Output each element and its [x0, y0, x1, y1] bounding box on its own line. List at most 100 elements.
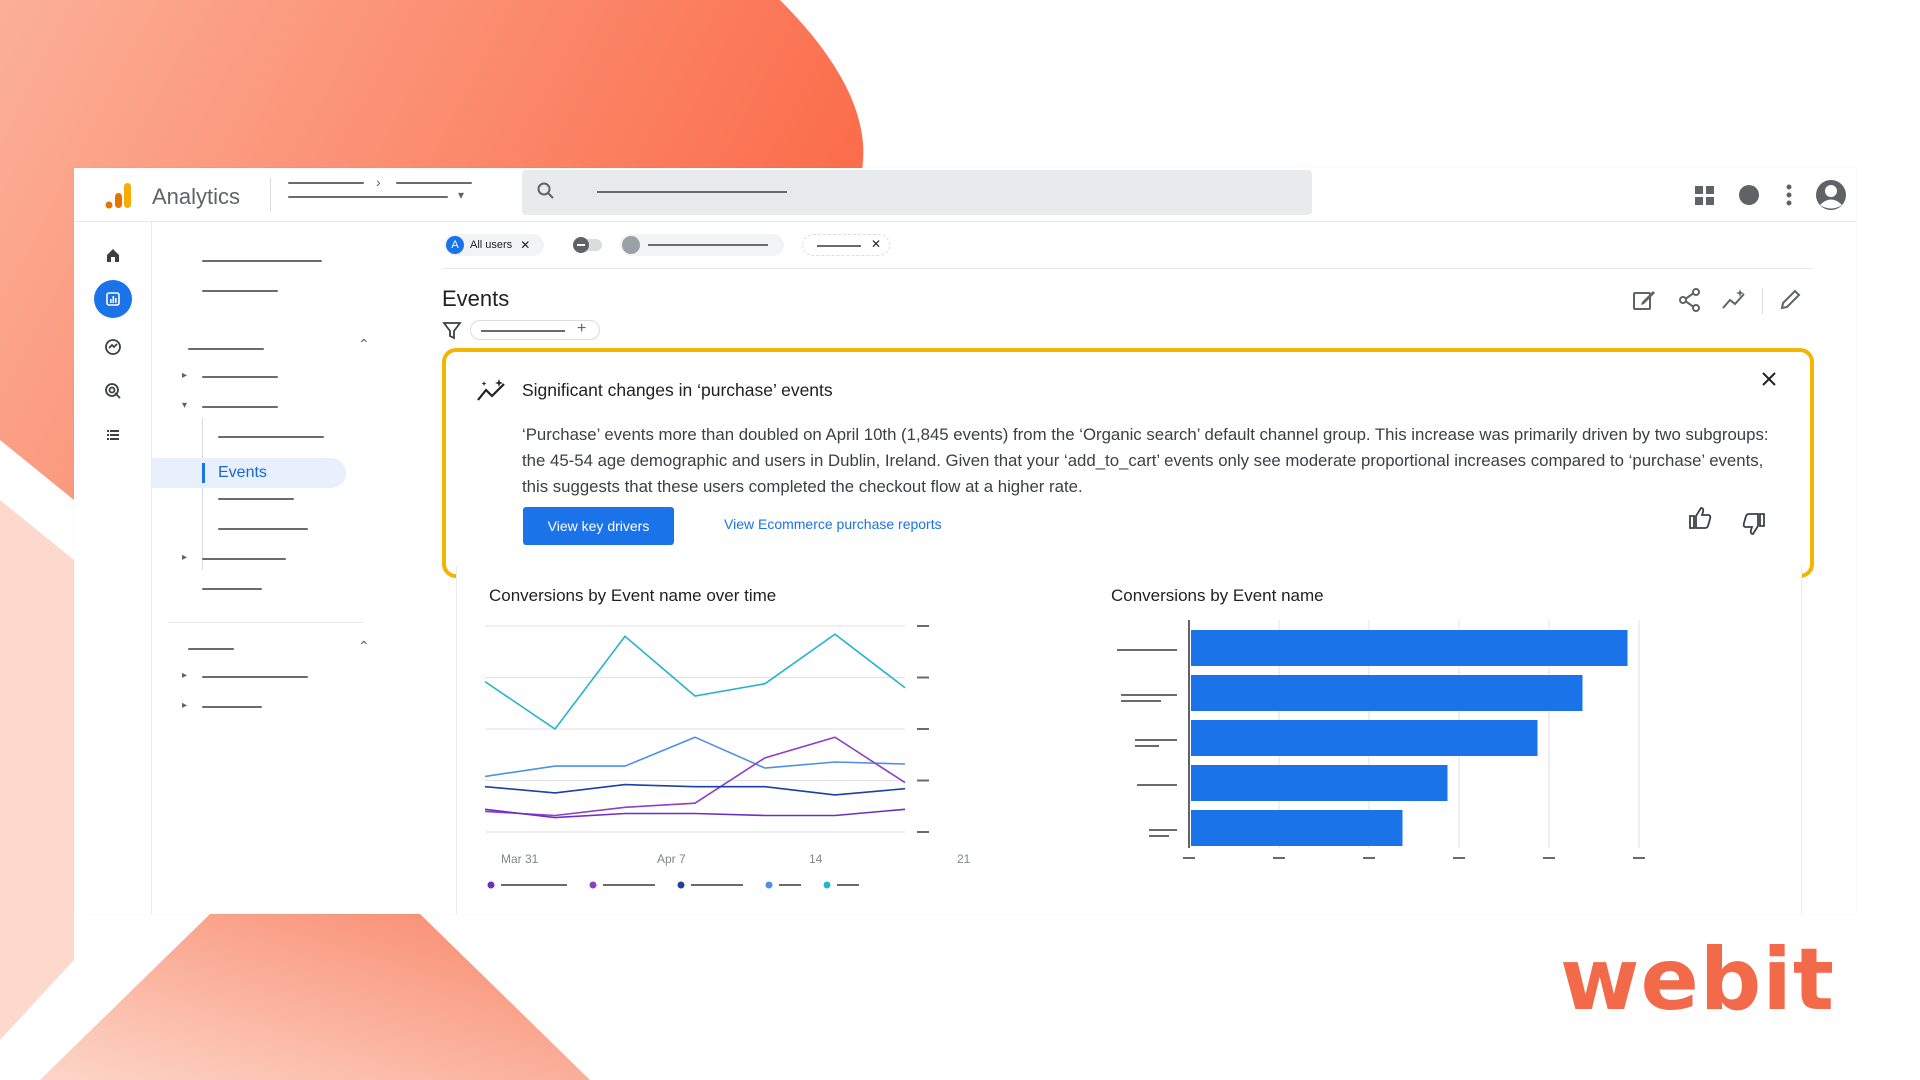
collapse-icon[interactable]: ⌃ [358, 638, 370, 655]
webit-logo: webit [1560, 930, 1835, 1030]
bar [1191, 765, 1448, 801]
series-line-3 [484, 783, 906, 796]
thumbs-up-icon[interactable] [1686, 504, 1714, 532]
filter-icon[interactable] [442, 320, 462, 340]
line-chart-title: Conversions by Event name over time [489, 586, 777, 605]
advertising-button[interactable] [96, 374, 130, 408]
bar-chart-title: Conversions by Event name [1111, 586, 1324, 605]
series-line-2 [484, 736, 906, 817]
view-key-drivers-button[interactable]: View key drivers [523, 507, 674, 545]
nav-section-header[interactable] [188, 648, 234, 650]
legend-marker [487, 881, 495, 889]
expand-triangle-icon[interactable]: ▸ [182, 552, 187, 563]
close-icon[interactable] [1756, 366, 1782, 392]
page-title: Events [442, 286, 510, 311]
configure-button[interactable] [96, 418, 130, 452]
filter-label [481, 330, 565, 332]
reports-icon [106, 292, 120, 306]
expand-triangle-icon[interactable]: ▸ [182, 700, 187, 711]
analytics-window: Analytics › ▾ ⌃ ▸ ▾ Events ▸ ⌃ ▸ ▸ A All… [74, 168, 1856, 914]
apps-grid-icon[interactable] [1690, 180, 1720, 210]
legend-marker [765, 881, 773, 889]
comparison-chip-2[interactable] [620, 234, 784, 256]
top-bar: Analytics › ▾ [74, 168, 1856, 222]
add-comparison-chip[interactable]: ✕ [802, 234, 890, 256]
x-tick-label: Apr 7 [657, 852, 686, 866]
comparison-chip[interactable]: A All users ✕ [444, 234, 544, 256]
nav-item[interactable] [202, 406, 278, 408]
comparison-label: All users [470, 239, 513, 251]
nav-item[interactable] [202, 558, 286, 560]
reports-button[interactable] [94, 280, 132, 318]
home-icon [107, 249, 119, 262]
nav-item[interactable] [202, 260, 322, 262]
nav-subitem[interactable] [218, 528, 308, 530]
insights-icon[interactable] [1720, 286, 1748, 314]
series-line-4 [484, 808, 906, 819]
chip-label [648, 244, 768, 246]
remove-chip-icon[interactable]: ✕ [520, 238, 530, 252]
search-bar[interactable] [522, 170, 1312, 215]
breadcrumb-account[interactable] [288, 182, 364, 184]
expand-triangle-icon[interactable]: ▸ [182, 670, 187, 681]
nav-section-header[interactable] [188, 348, 264, 350]
profile-avatar-icon[interactable] [1814, 178, 1848, 212]
property-selector[interactable] [288, 196, 448, 198]
home-button[interactable] [96, 238, 130, 272]
legend-marker [823, 881, 831, 889]
insight-title: Significant changes in ‘purchase’ events [522, 380, 833, 400]
bar [1191, 720, 1538, 756]
x-tick-label: 14 [809, 852, 823, 866]
bar [1191, 630, 1628, 666]
collapse-triangle-icon[interactable]: ▾ [182, 400, 187, 411]
nav-item[interactable] [202, 290, 278, 292]
breadcrumb-property[interactable] [396, 182, 472, 184]
filter-chip[interactable]: + [470, 320, 600, 340]
legend-marker [677, 881, 685, 889]
nav-item[interactable] [202, 588, 262, 590]
share-icon[interactable] [1676, 286, 1704, 314]
nav-item[interactable] [202, 676, 308, 678]
thumbs-down-icon[interactable] [1740, 510, 1768, 538]
search-placeholder [597, 191, 787, 193]
customize-pencil-icon[interactable] [1776, 286, 1804, 314]
remove-chip-icon[interactable]: ✕ [871, 237, 881, 251]
dropdown-arrow-icon[interactable]: ▾ [458, 188, 464, 202]
toggle-switch[interactable] [572, 236, 604, 254]
breadcrumb-chevron-icon: › [376, 174, 381, 190]
nav-subitem[interactable] [218, 436, 324, 438]
nav-item[interactable] [202, 706, 262, 708]
account-circle-icon[interactable] [1734, 180, 1764, 210]
view-ecommerce-reports-link[interactable]: View Ecommerce purchase reports [724, 516, 942, 532]
add-filter-icon[interactable]: + [577, 320, 586, 338]
more-vert-icon[interactable] [1774, 180, 1804, 210]
analytics-logo-icon [105, 183, 131, 209]
nav-item-events-label: Events [218, 464, 267, 481]
nav-item[interactable] [202, 376, 278, 378]
chip-badge [622, 236, 640, 254]
edit-comparisons-icon[interactable] [1630, 286, 1658, 314]
insights-icon [477, 379, 505, 401]
x-tick-label: 21 [957, 852, 971, 866]
line-chart-legend [487, 881, 859, 889]
explore-button[interactable] [96, 330, 130, 364]
nav-subitem[interactable] [218, 498, 294, 500]
bar [1191, 810, 1403, 846]
x-tick-label: Mar 31 [501, 852, 539, 866]
divider [1762, 288, 1763, 314]
tree-guide [202, 418, 203, 570]
chip-label [817, 245, 861, 247]
series-line-0 [484, 633, 906, 731]
collapse-icon[interactable]: ⌃ [358, 336, 370, 353]
comparison-badge: A [446, 236, 464, 254]
expand-triangle-icon[interactable]: ▸ [182, 370, 187, 381]
legend-marker [589, 881, 597, 889]
report-nav: ⌃ ▸ ▾ Events ▸ ⌃ ▸ ▸ [152, 222, 442, 914]
bar [1191, 675, 1583, 711]
bar-chart [1117, 620, 1645, 859]
explore-icon [105, 339, 121, 355]
series-line-1 [484, 736, 906, 778]
active-indicator [202, 463, 205, 483]
main-content: A All users ✕ ✕ Events + Significant cha… [442, 222, 1856, 914]
search-icon [537, 182, 554, 199]
